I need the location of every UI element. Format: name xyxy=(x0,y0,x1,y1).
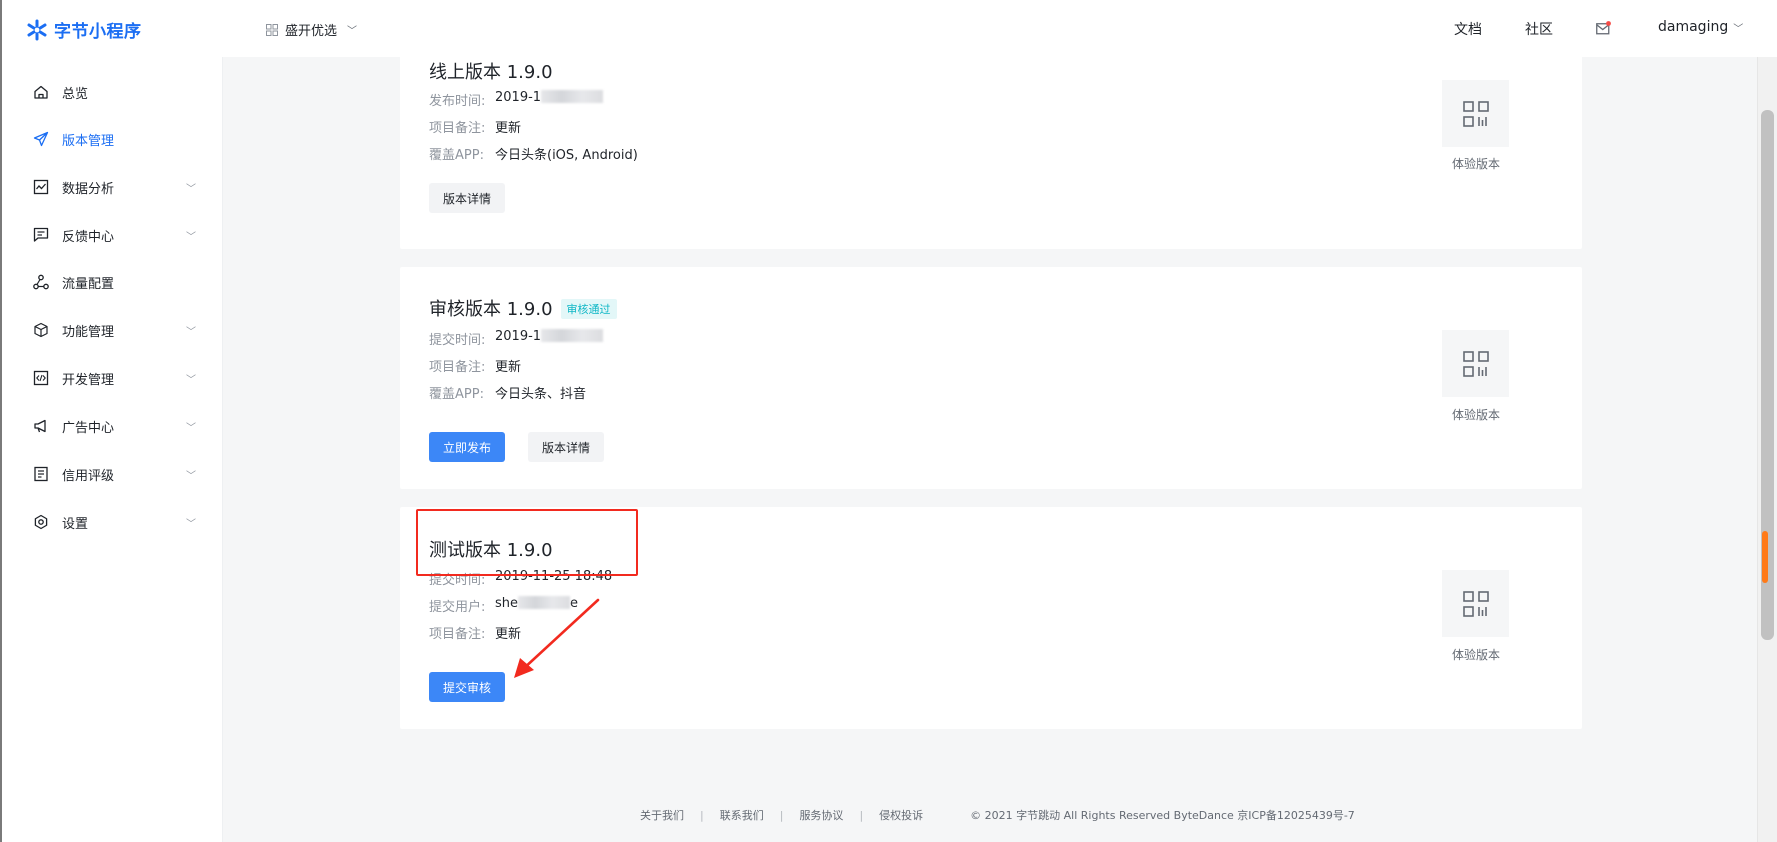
online-version-title: 线上版本 1.9.0 xyxy=(429,62,553,83)
logo-text: 字节小程序 xyxy=(54,22,142,42)
sidebar-item-label: 广告中心 xyxy=(62,420,115,436)
online-publish-time: 发布时间: 2019-1 xyxy=(429,90,604,109)
review-project-note: 项目备注: 更新 xyxy=(429,360,522,375)
online-qr-label: 体验版本 xyxy=(1451,157,1500,171)
sidebar-item-label: 总览 xyxy=(62,86,89,102)
user-menu[interactable]: damaging ﹀ xyxy=(1658,19,1743,35)
chevron-down-icon: ﹀ xyxy=(186,326,196,338)
share-icon xyxy=(33,274,49,290)
qr-code-icon xyxy=(1462,100,1489,127)
sidebar-item-settings[interactable]: 设置 ﹀ xyxy=(0,502,223,542)
logo[interactable]: 字节小程序 xyxy=(26,17,142,42)
submit-review-button[interactable]: 提交审核 xyxy=(429,672,506,702)
online-qr-code[interactable] xyxy=(1442,80,1509,147)
review-qr-code[interactable] xyxy=(1442,330,1509,397)
review-version-card: 审核版本 1.9.0 审核通过 提交时间: 2019-1 项目备注: 更新 覆盖A… xyxy=(400,267,1582,489)
megaphone-icon xyxy=(34,419,46,433)
status-badge: 审核通过 xyxy=(560,299,617,319)
review-version-title: 审核版本 1.9.0 审核通过 xyxy=(429,295,617,321)
window-edge xyxy=(0,0,2,842)
chevron-down-icon: ﹀ xyxy=(186,374,196,386)
review-submit-time: 提交时间: 2019-1 xyxy=(429,329,604,348)
sidebar-item-traffic-config[interactable]: 流量配置 xyxy=(0,262,223,302)
sidebar-item-credit-rating[interactable]: 信用评级 ﹀ xyxy=(0,454,223,494)
online-version-detail-button[interactable]: 版本详情 xyxy=(429,183,506,213)
sidebar-item-label: 版本管理 xyxy=(62,133,115,149)
sidebar-item-label: 反馈中心 xyxy=(62,229,115,245)
top-header: 字节小程序 盛开优选 ﹀ 文档 社区 damaging ﹀ xyxy=(0,0,1777,57)
mail-icon[interactable] xyxy=(1596,21,1611,35)
online-version-card: 线上版本 1.9.0 发布时间: 2019-1 项目备注: 更新 覆盖APP: … xyxy=(400,57,1582,249)
app-name: 盛开优选 xyxy=(285,24,338,39)
send-icon xyxy=(33,131,49,147)
footer-link-infringement[interactable]: 侵权投诉 xyxy=(879,807,923,823)
sidebar-item-ad-center[interactable]: 广告中心 ﹀ xyxy=(0,406,223,446)
sidebar-item-feature-management[interactable]: 功能管理 ﹀ xyxy=(0,310,223,350)
online-project-note: 项目备注: 更新 xyxy=(429,121,522,136)
sidebar-item-label: 开发管理 xyxy=(62,372,115,388)
sidebar-item-label: 设置 xyxy=(62,516,89,532)
user-name: damaging xyxy=(1658,19,1729,35)
review-version-detail-button[interactable]: 版本详情 xyxy=(528,432,605,462)
footer-separator: | xyxy=(859,808,864,822)
review-covered-apps: 覆盖APP: 今日头条、抖音 xyxy=(429,387,587,402)
qr-code-icon xyxy=(1462,590,1489,617)
community-link[interactable]: 社区 xyxy=(1525,19,1553,39)
vertical-scrollbar[interactable] xyxy=(1757,57,1777,842)
footer: 关于我们 | 联系我们 | 服务协议 | 侵权投诉 © 2021 字节跳动 Al… xyxy=(640,807,1355,823)
document-icon xyxy=(34,466,48,482)
sidebar-item-dev-management[interactable]: 开发管理 ﹀ xyxy=(0,358,223,398)
footer-link-about[interactable]: 关于我们 xyxy=(640,807,684,823)
sidebar-item-data-analysis[interactable]: 数据分析 ﹀ xyxy=(0,167,223,207)
sidebar-item-label: 流量配置 xyxy=(62,276,115,292)
test-qr-label: 体验版本 xyxy=(1451,648,1500,662)
chevron-down-icon: ﹀ xyxy=(186,231,196,243)
sidebar-item-feedback[interactable]: 反馈中心 ﹀ xyxy=(0,215,223,255)
publish-now-button[interactable]: 立即发布 xyxy=(429,432,506,462)
home-icon xyxy=(34,85,48,99)
cube-icon xyxy=(34,322,48,338)
test-qr-code[interactable] xyxy=(1442,570,1509,637)
sidebar-item-label: 数据分析 xyxy=(62,181,115,197)
redacted-blur xyxy=(541,329,604,342)
chevron-down-icon: ﹀ xyxy=(186,470,196,482)
footer-separator: | xyxy=(700,808,704,822)
sidebar-item-label: 信用评级 xyxy=(62,468,115,484)
message-icon xyxy=(33,227,49,242)
annotation-highlight-box xyxy=(416,509,638,576)
app-switcher[interactable]: 盛开优选 ﹀ xyxy=(266,20,357,39)
annotation-arrow-icon xyxy=(514,598,600,678)
redacted-blur xyxy=(541,90,604,103)
footer-link-contact[interactable]: 联系我们 xyxy=(720,807,764,823)
footer-link-terms[interactable]: 服务协议 xyxy=(799,807,843,823)
chart-icon xyxy=(33,179,49,195)
chevron-down-icon: ﹀ xyxy=(186,422,196,434)
online-covered-apps: 覆盖APP: 今日头条(iOS, Android) xyxy=(429,148,638,163)
scroll-indicator xyxy=(1762,531,1768,583)
bytedance-star-icon xyxy=(27,19,47,40)
qr-code-icon xyxy=(1462,350,1489,377)
review-qr-label: 体验版本 xyxy=(1451,408,1500,422)
footer-copyright: © 2021 字节跳动 All Rights Reserved ByteDanc… xyxy=(970,809,1355,822)
chevron-down-icon: ﹀ xyxy=(347,26,358,37)
gear-icon xyxy=(34,514,48,530)
chevron-down-icon: ﹀ xyxy=(186,518,196,530)
main-content: 线上版本 1.9.0 发布时间: 2019-1 项目备注: 更新 覆盖APP: … xyxy=(223,57,1754,842)
sidebar-item-label: 功能管理 xyxy=(62,324,115,340)
sidebar-item-version-management[interactable]: 版本管理 xyxy=(0,119,223,159)
footer-separator: | xyxy=(779,808,784,822)
sidebar-item-overview[interactable]: 总览 xyxy=(0,72,223,112)
chevron-down-icon: ﹀ xyxy=(186,183,196,195)
chevron-down-icon: ﹀ xyxy=(1733,23,1744,35)
code-icon xyxy=(33,370,49,386)
grid-icon xyxy=(266,23,278,36)
sidebar: 总览 版本管理 数据分析 ﹀ 反馈中心 ﹀ 流量配置 功能管理 ﹀ 开发管理 ﹀… xyxy=(0,57,223,842)
docs-link[interactable]: 文档 xyxy=(1454,19,1482,39)
